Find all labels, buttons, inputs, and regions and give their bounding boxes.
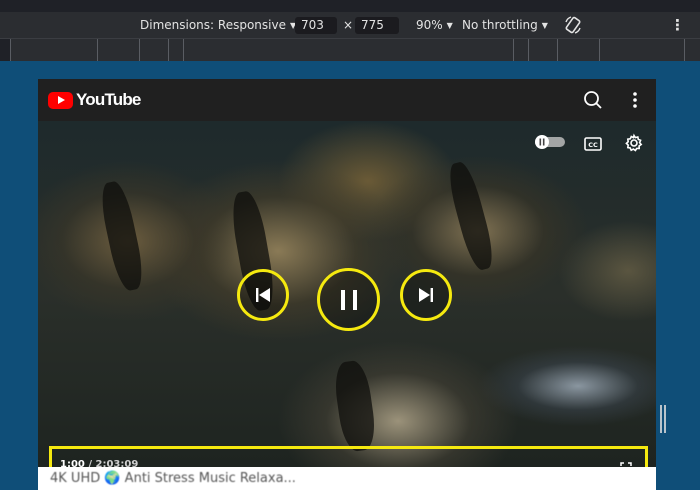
dimensions-label: Dimensions: Responsive xyxy=(140,18,286,32)
media-query-ruler xyxy=(0,38,700,61)
pause-icon xyxy=(340,289,357,310)
skip-previous-icon xyxy=(256,288,270,302)
more-vert-icon[interactable] xyxy=(624,89,646,111)
below-video-area: 4K UHD 🌍 Anti Stress Music Relaxa... xyxy=(38,467,656,490)
video-fish-shape xyxy=(331,359,379,453)
youtube-play-logo-icon xyxy=(48,91,73,109)
zoom-dropdown[interactable]: 90% ▼ xyxy=(416,12,453,38)
device-toolbar: Dimensions: Responsive ▼ 703 × 775 90% ▼ N… xyxy=(0,12,700,38)
video-fish-shape xyxy=(444,159,498,273)
ruler-tick xyxy=(10,39,11,61)
ruler-tick xyxy=(528,39,529,61)
ruler-tick xyxy=(557,39,558,61)
emulated-page: YouTube CC 1:00 / 2:03:09 4K UHD 🌍 Anti … xyxy=(38,79,656,490)
svg-text:CC: CC xyxy=(588,141,598,149)
next-button[interactable] xyxy=(400,269,452,321)
gear-icon[interactable] xyxy=(624,133,644,153)
cc-icon[interactable]: CC xyxy=(584,136,602,151)
video-title-fragment[interactable]: 4K UHD 🌍 Anti Stress Music Relaxa... xyxy=(50,471,296,486)
width-input[interactable]: 703 xyxy=(295,17,337,34)
throttling-dropdown[interactable]: No throttling ▼ xyxy=(462,12,548,38)
autoplay-toggle-icon[interactable] xyxy=(534,134,566,150)
pause-button[interactable] xyxy=(317,268,380,331)
times-sign: × xyxy=(343,18,354,32)
browser-top-strip xyxy=(0,0,700,12)
ruler-tick xyxy=(684,39,685,61)
chevron-down-icon: ▼ xyxy=(446,21,453,30)
video-fish-shape xyxy=(96,179,148,293)
dimensions-dropdown[interactable]: Dimensions: Responsive ▼ xyxy=(140,12,296,38)
throttling-label: No throttling xyxy=(462,18,538,32)
ruler-tick xyxy=(139,39,140,61)
youtube-logo-text: YouTube xyxy=(76,90,141,109)
resize-handle[interactable] xyxy=(660,405,668,433)
previous-button[interactable] xyxy=(237,269,289,321)
youtube-logo[interactable]: YouTube xyxy=(48,90,141,109)
ruler-tick xyxy=(168,39,169,61)
ruler-left-edge xyxy=(0,39,10,61)
ruler-tick xyxy=(599,39,600,61)
skip-next-icon xyxy=(419,288,433,302)
chevron-down-icon: ▼ xyxy=(541,21,548,30)
ruler-tick xyxy=(183,39,184,61)
youtube-header: YouTube xyxy=(38,79,656,121)
video-player[interactable]: CC 1:00 / 2:03:09 xyxy=(38,121,656,490)
more-options-icon[interactable]: ⋮ xyxy=(670,12,685,38)
ruler-tick xyxy=(513,39,514,61)
height-input[interactable]: 775 xyxy=(355,17,399,34)
zoom-label: 90% xyxy=(416,18,443,32)
search-icon[interactable] xyxy=(582,89,604,111)
ruler-tick xyxy=(97,39,98,61)
